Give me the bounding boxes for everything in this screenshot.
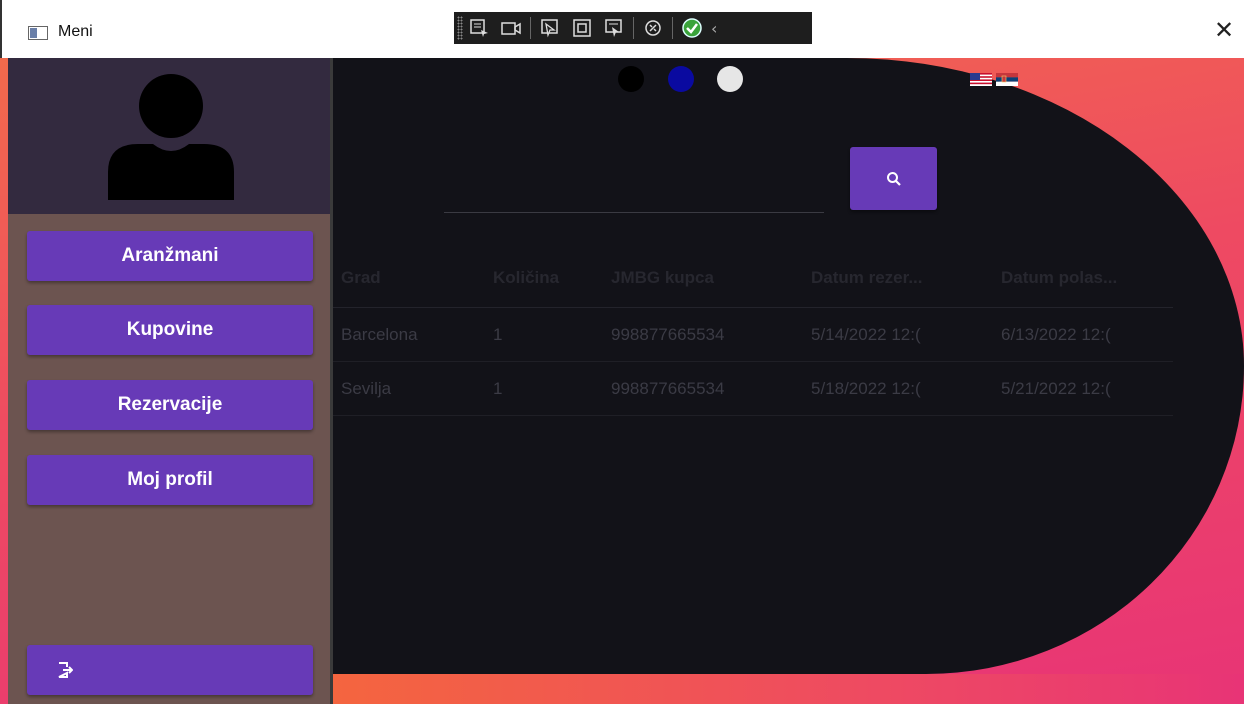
serbia-flag-icon[interactable] [996, 73, 1018, 86]
nav-button-label: Kupovine [126, 319, 214, 340]
column-header[interactable]: Grad [333, 268, 485, 288]
theme-dot-light[interactable] [717, 66, 743, 92]
toolbar-separator [633, 17, 634, 39]
avatar-area [8, 58, 330, 214]
nav-button-label: Aranžmani [121, 245, 219, 266]
column-header[interactable]: Datum polas... [993, 268, 1163, 288]
theme-dot-dark[interactable] [618, 66, 644, 92]
toolbar-grip-icon[interactable] [457, 16, 463, 40]
chevron-left-icon[interactable]: ‹ [711, 19, 717, 38]
table-cell: 1 [493, 324, 503, 344]
search-underline [444, 212, 824, 213]
select-element-icon[interactable] [466, 16, 492, 40]
column-header[interactable]: JMBG kupca [603, 268, 803, 288]
debug-toolbar: ‹ [454, 12, 812, 44]
table-cell: 5/18/2022 12:( [811, 378, 921, 398]
table-row[interactable]: Barcelona 1 998877665534 5/14/2022 12:( … [333, 308, 1173, 362]
search-icon [886, 171, 901, 186]
window-title: Meni [58, 23, 93, 40]
window-body: Aranžmani Kupovine Rezervacije Moj profi… [0, 58, 1244, 704]
table-cell: 1 [493, 378, 503, 398]
us-flag-icon[interactable] [970, 73, 992, 86]
table-row[interactable]: Sevilja 1 998877665534 5/18/2022 12:( 5/… [333, 362, 1173, 416]
toolbar-separator [672, 17, 673, 39]
table-cell: Sevilja [341, 378, 392, 398]
table-cell: 998877665534 [611, 324, 725, 344]
sidebar: Aranžmani Kupovine Rezervacije Moj profi… [8, 58, 330, 704]
table-cell: 998877665534 [611, 378, 725, 398]
search-button[interactable] [850, 147, 937, 210]
main-content: Grad Količina JMBG kupca Datum rezer... … [333, 58, 1244, 674]
hot-reload-icon[interactable] [640, 16, 666, 40]
bottom-gradient-strip [333, 674, 1244, 704]
nav-button-aranzmani[interactable]: Aranžmani [27, 231, 313, 281]
toolbar-separator [530, 17, 531, 39]
table-header: Grad Količina JMBG kupca Datum rezer... … [333, 248, 1173, 308]
logout-icon [58, 662, 73, 678]
table-cell: 5/14/2022 12:( [811, 324, 921, 344]
nav-button-label: Rezervacije [117, 394, 223, 415]
close-button[interactable]: ✕ [1214, 18, 1234, 42]
layout-adorner-icon[interactable] [569, 16, 595, 40]
track-focus-icon[interactable] [601, 16, 627, 40]
nav-button-kupovine[interactable]: Kupovine [27, 305, 313, 355]
theme-dot-blue[interactable] [668, 66, 694, 92]
column-header[interactable]: Količina [485, 268, 603, 288]
pointer-icon[interactable] [537, 16, 563, 40]
purchases-table: Grad Količina JMBG kupca Datum rezer... … [333, 248, 1173, 416]
table-cell: 5/21/2022 12:( [1001, 378, 1111, 398]
nav-button-label: Moj profil [127, 469, 213, 490]
nav-button-rezervacije[interactable]: Rezervacije [27, 380, 313, 430]
table-cell: 6/13/2022 12:( [1001, 324, 1111, 344]
record-icon[interactable] [498, 16, 524, 40]
logout-button[interactable] [27, 645, 313, 695]
table-cell: Barcelona [341, 324, 418, 344]
nav-button-moj-profil[interactable]: Moj profil [27, 455, 313, 505]
check-ok-icon[interactable] [679, 16, 705, 40]
user-silhouette-icon [108, 74, 234, 200]
title-bar: Meni ✕ ‹ [0, 0, 1244, 58]
search-input[interactable] [444, 176, 824, 210]
app-window-icon [28, 26, 48, 40]
column-header[interactable]: Datum rezer... [803, 268, 993, 288]
